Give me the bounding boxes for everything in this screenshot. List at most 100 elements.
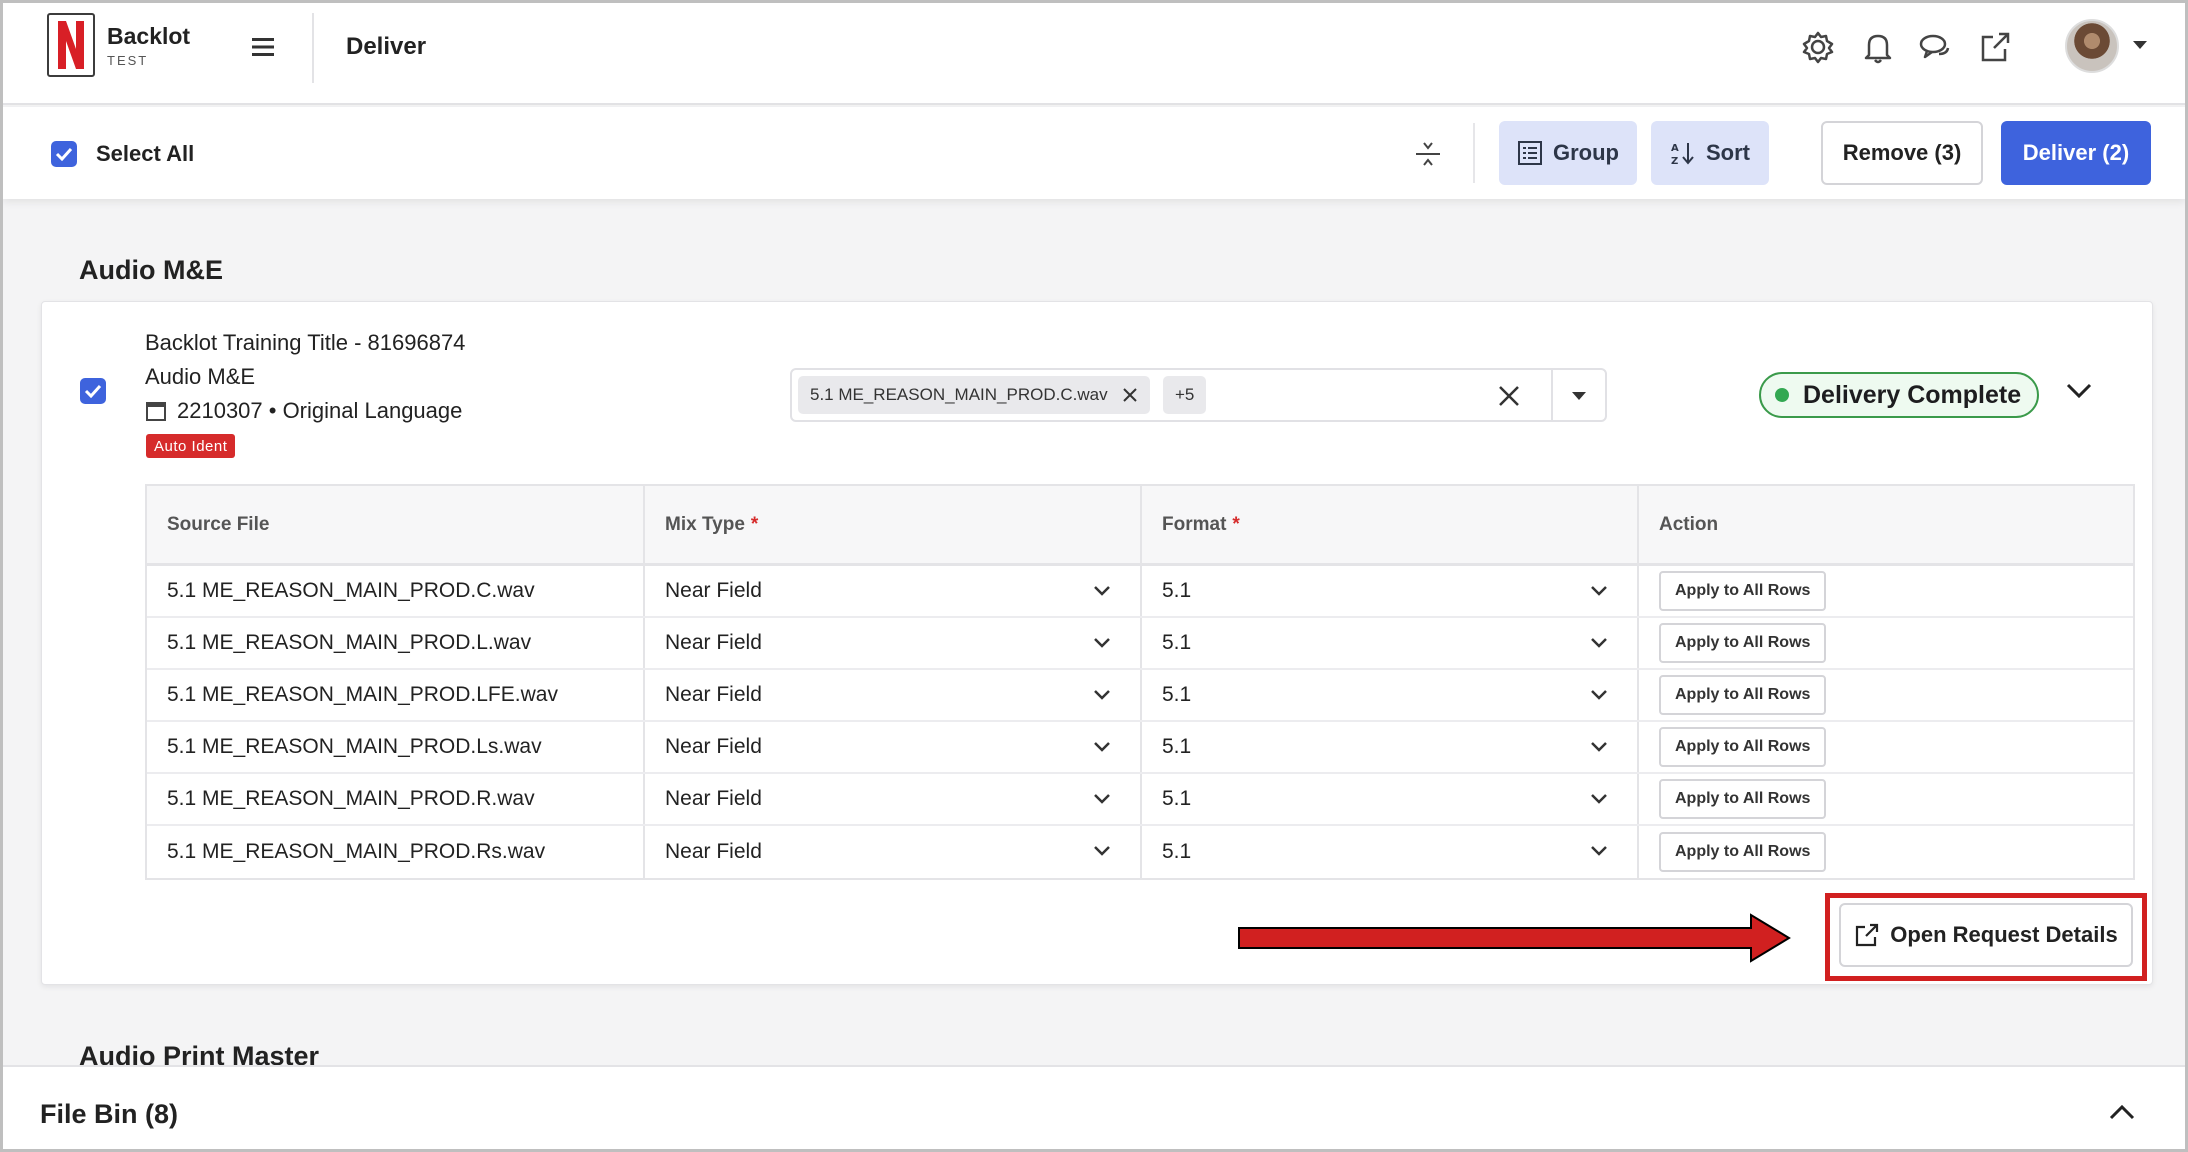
mix-type-select[interactable]: Near Field bbox=[645, 618, 1142, 668]
chat-icon[interactable] bbox=[1917, 29, 1953, 65]
format-select[interactable]: 5.1 bbox=[1142, 774, 1639, 824]
apply-to-all-rows-button[interactable]: Apply to All Rows bbox=[1659, 675, 1827, 715]
header-label: Source File bbox=[167, 513, 270, 535]
mix-type-select[interactable]: Near Field bbox=[645, 722, 1142, 772]
calendar-icon bbox=[146, 402, 166, 421]
chevron-down-icon bbox=[1591, 742, 1607, 752]
column-header-source-file: Source File bbox=[147, 486, 645, 563]
bell-icon[interactable] bbox=[1860, 29, 1896, 65]
apply-to-all-rows-button[interactable]: Apply to All Rows bbox=[1659, 832, 1827, 872]
list-icon bbox=[1518, 141, 1542, 165]
checkmark-icon bbox=[84, 384, 102, 398]
card-checkbox[interactable] bbox=[80, 378, 106, 404]
chevron-down-icon bbox=[1094, 742, 1110, 752]
mix-type-select[interactable]: Near Field bbox=[645, 826, 1142, 878]
svg-text:A: A bbox=[1671, 143, 1679, 154]
source-file-cell: 5.1 ME_REASON_MAIN_PROD.C.wav bbox=[147, 566, 645, 616]
mix-type-value: Near Field bbox=[665, 840, 762, 863]
chevron-down-icon bbox=[1094, 690, 1110, 700]
action-cell: Apply to All Rows bbox=[1639, 826, 2133, 878]
annotation-highlight-box bbox=[1825, 893, 2147, 981]
format-value: 5.1 bbox=[1162, 631, 1192, 654]
chevron-down-icon bbox=[1094, 586, 1110, 596]
netflix-n-icon bbox=[58, 21, 84, 69]
chevron-down-icon bbox=[1591, 846, 1607, 856]
avatar[interactable] bbox=[2065, 19, 2119, 73]
external-link-icon[interactable] bbox=[1977, 29, 2013, 65]
source-file-cell: 5.1 ME_REASON_MAIN_PROD.Ls.wav bbox=[147, 722, 645, 772]
format-select[interactable]: 5.1 bbox=[1142, 826, 1639, 878]
page-title: Deliver bbox=[346, 33, 427, 60]
more-files-chip[interactable]: +5 bbox=[1163, 376, 1207, 414]
svg-text:Z: Z bbox=[1671, 156, 1678, 166]
brand-name: Backlot bbox=[107, 23, 191, 49]
table-header: Source File Mix Type * Format * Action bbox=[147, 486, 2133, 566]
chevron-down-icon bbox=[1591, 586, 1607, 596]
top-navigation-bar: Backlot TEST Deliver bbox=[3, 3, 2185, 105]
format-value: 5.1 bbox=[1162, 840, 1192, 863]
select-all-checkbox[interactable] bbox=[51, 141, 77, 167]
format-select[interactable]: 5.1 bbox=[1142, 618, 1639, 668]
sort-az-icon: A Z bbox=[1671, 143, 1694, 166]
format-value: 5.1 bbox=[1162, 787, 1192, 810]
file-bin-title: File Bin (8) bbox=[40, 1099, 179, 1129]
apply-to-all-rows-button[interactable]: Apply to All Rows bbox=[1659, 571, 1827, 611]
card-request-line: 2210307 • Original Language bbox=[145, 398, 462, 424]
mix-type-select[interactable]: Near Field bbox=[645, 566, 1142, 616]
table-row: 5.1 ME_REASON_MAIN_PROD.C.wav Near Field… bbox=[147, 566, 2133, 618]
file-multiselect[interactable]: 5.1 ME_REASON_MAIN_PROD.C.wav +5 bbox=[790, 368, 1607, 422]
chevron-down-icon bbox=[1591, 690, 1607, 700]
dropdown-caret-icon[interactable] bbox=[1572, 392, 1586, 400]
select-all-label: Select All bbox=[96, 141, 195, 166]
format-select[interactable]: 5.1 bbox=[1142, 566, 1639, 616]
required-mark: * bbox=[1232, 513, 1240, 535]
selected-file-chip[interactable]: 5.1 ME_REASON_MAIN_PROD.C.wav bbox=[798, 376, 1150, 414]
action-cell: Apply to All Rows bbox=[1639, 774, 2133, 824]
menu-icon[interactable] bbox=[249, 35, 277, 59]
mix-type-value: Near Field bbox=[665, 579, 762, 602]
action-cell: Apply to All Rows bbox=[1639, 722, 2133, 772]
apply-to-all-rows-button[interactable]: Apply to All Rows bbox=[1659, 623, 1827, 663]
checkmark-icon bbox=[55, 147, 73, 161]
source-file-cell: 5.1 ME_REASON_MAIN_PROD.Rs.wav bbox=[147, 826, 645, 878]
apply-to-all-rows-button[interactable]: Apply to All Rows bbox=[1659, 727, 1827, 767]
chevron-down-icon[interactable] bbox=[2133, 41, 2147, 49]
chevron-down-icon bbox=[1094, 846, 1110, 856]
chevron-down-icon[interactable] bbox=[2062, 374, 2096, 408]
action-cell: Apply to All Rows bbox=[1639, 566, 2133, 616]
brand-environment: TEST bbox=[107, 53, 149, 68]
table-body: 5.1 ME_REASON_MAIN_PROD.C.wav Near Field… bbox=[147, 566, 2133, 878]
required-mark: * bbox=[750, 513, 759, 535]
chip-label: 5.1 ME_REASON_MAIN_PROD.C.wav bbox=[810, 385, 1108, 404]
table-row: 5.1 ME_REASON_MAIN_PROD.Ls.wav Near Fiel… bbox=[147, 722, 2133, 774]
request-info: 2210307 • Original Language bbox=[177, 398, 463, 423]
apply-to-all-rows-button[interactable]: Apply to All Rows bbox=[1659, 779, 1827, 819]
mix-type-select[interactable]: Near Field bbox=[645, 670, 1142, 720]
format-value: 5.1 bbox=[1162, 735, 1192, 758]
group-button[interactable]: Group bbox=[1499, 121, 1637, 185]
divider bbox=[1551, 370, 1553, 420]
remove-button[interactable]: Remove (3) bbox=[1821, 121, 1983, 185]
clear-selection-icon[interactable] bbox=[1496, 383, 1522, 409]
table-row: 5.1 ME_REASON_MAIN_PROD.Rs.wav Near Fiel… bbox=[147, 826, 2133, 878]
deliver-button[interactable]: Deliver (2) bbox=[2001, 121, 2151, 185]
format-select[interactable]: 5.1 bbox=[1142, 670, 1639, 720]
header-label: Action bbox=[1659, 513, 1719, 535]
divider bbox=[1473, 123, 1475, 183]
action-cell: Apply to All Rows bbox=[1639, 618, 2133, 668]
format-select[interactable]: 5.1 bbox=[1142, 722, 1639, 772]
collapse-rows-icon[interactable] bbox=[1411, 137, 1445, 171]
file-bin-panel[interactable]: File Bin (8) bbox=[3, 1065, 2185, 1149]
chevron-down-icon bbox=[1094, 794, 1110, 804]
table-row: 5.1 ME_REASON_MAIN_PROD.L.wav Near Field… bbox=[147, 618, 2133, 670]
section-title-audio-me: Audio M&E bbox=[79, 255, 223, 285]
netflix-logo[interactable] bbox=[47, 13, 95, 77]
column-header-mix-type: Mix Type * bbox=[645, 486, 1142, 563]
settings-icon[interactable] bbox=[1800, 29, 1836, 65]
mix-type-select[interactable]: Near Field bbox=[645, 774, 1142, 824]
mix-type-value: Near Field bbox=[665, 735, 762, 758]
delivery-card: Backlot Training Title - 81696874 Audio … bbox=[41, 301, 2153, 985]
chevron-up-icon[interactable] bbox=[2105, 1097, 2139, 1127]
sort-button[interactable]: A Z Sort bbox=[1651, 121, 1769, 185]
close-icon[interactable] bbox=[1122, 387, 1138, 403]
